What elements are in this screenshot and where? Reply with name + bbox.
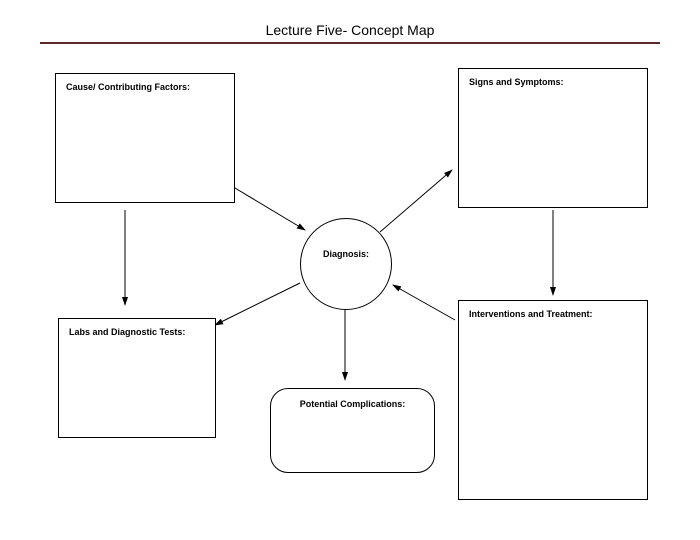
labs-label: Labs and Diagnostic Tests:	[69, 327, 185, 337]
cause-label: Cause/ Contributing Factors:	[66, 82, 190, 92]
complications-label: Potential Complications:	[300, 399, 406, 409]
complications-box: Potential Complications:	[270, 388, 435, 473]
horizontal-rule	[40, 42, 660, 44]
diagnosis-label: Diagnosis:	[323, 249, 369, 259]
signs-label: Signs and Symptoms:	[469, 77, 564, 87]
labs-box: Labs and Diagnostic Tests:	[58, 318, 216, 438]
interventions-box: Interventions and Treatment:	[458, 300, 648, 500]
signs-box: Signs and Symptoms:	[458, 68, 648, 208]
cause-box: Cause/ Contributing Factors:	[55, 73, 235, 203]
interventions-label: Interventions and Treatment:	[469, 309, 593, 319]
page-title: Lecture Five- Concept Map	[0, 0, 700, 42]
diagnosis-circle: Diagnosis:	[300, 218, 392, 310]
